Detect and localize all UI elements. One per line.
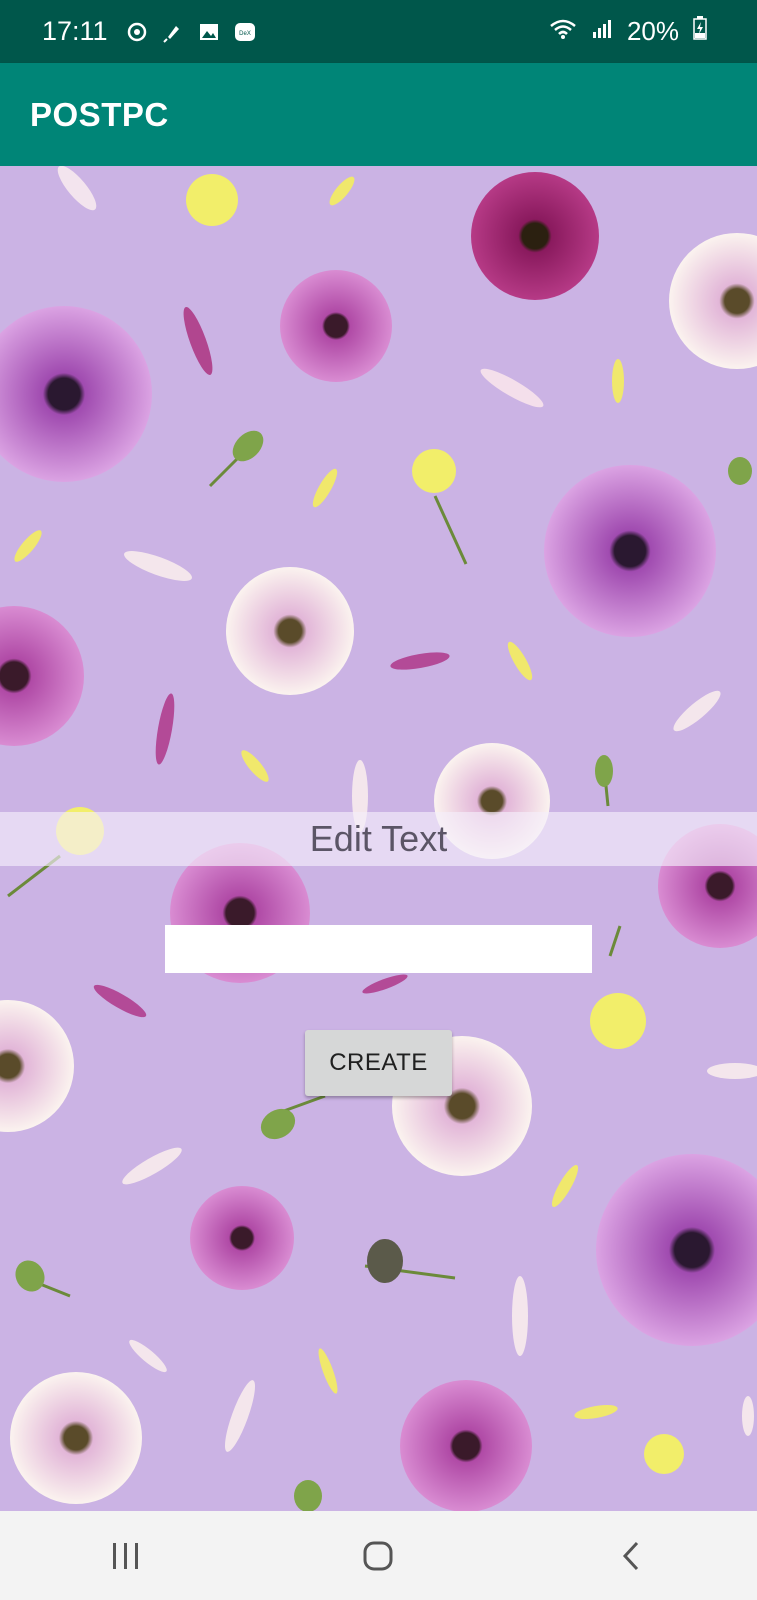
- create-button[interactable]: CREATE: [305, 1030, 452, 1096]
- image-icon: [198, 21, 220, 43]
- status-notification-icons: DeX: [126, 21, 256, 43]
- recent-apps-button[interactable]: [86, 1526, 166, 1586]
- app-bar: POSTPC: [0, 63, 757, 166]
- signal-icon: [591, 16, 613, 47]
- wifi-icon: [549, 16, 577, 47]
- edit-text-label: Edit Text: [0, 812, 757, 866]
- edit-text-label-text: Edit Text: [309, 818, 448, 859]
- home-button[interactable]: [338, 1526, 418, 1586]
- battery-percent: 20%: [626, 16, 679, 46]
- recent-apps-icon: [113, 1542, 139, 1569]
- status-time: 17:11: [42, 16, 108, 46]
- stocksy-watermark-credit: [4, 1323, 15, 1326]
- status-right-group: 20%: [549, 16, 707, 47]
- main-content: Edit Text CREATE: [0, 166, 757, 1511]
- home-icon: [363, 1541, 393, 1570]
- microphone-icon: [162, 21, 184, 43]
- svg-text:DeX: DeX: [239, 31, 251, 37]
- battery-charging-icon: [693, 16, 707, 47]
- back-icon: [622, 1541, 638, 1570]
- dex-icon: DeX: [234, 21, 256, 43]
- app-title: POSTPC: [30, 95, 169, 133]
- system-navigation-bar: [0, 1511, 757, 1600]
- status-bar: 17:11 DeX 20%: [0, 0, 757, 63]
- edit-text-input[interactable]: [165, 925, 592, 973]
- sync-icon: [126, 21, 148, 43]
- back-button[interactable]: [591, 1526, 671, 1586]
